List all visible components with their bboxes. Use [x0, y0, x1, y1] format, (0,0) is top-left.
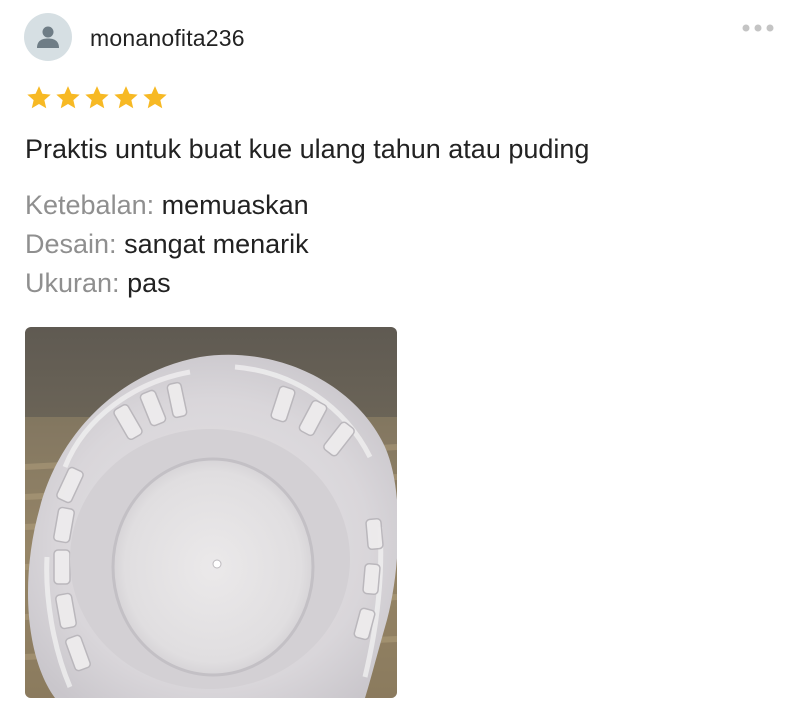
reviewer-username[interactable]: monanofita236 [90, 23, 245, 53]
attribute-label: Desain [25, 229, 110, 259]
attribute-row-design: Desain: sangat menarik [25, 229, 309, 259]
attribute-label: Ketebalan [25, 190, 147, 220]
star-icon [143, 86, 167, 109]
review-text: Praktis untuk buat kue ulang tahun atau … [25, 134, 590, 164]
star-rating [25, 84, 169, 112]
star-icon [85, 86, 109, 109]
attribute-value: memuaskan [161, 190, 309, 220]
attribute-value: sangat menarik [124, 229, 309, 259]
person-icon [37, 26, 59, 48]
review-photo[interactable] [25, 327, 397, 698]
star-icon [56, 86, 80, 109]
cake-mold-photo [25, 327, 397, 698]
review-attributes: Ketebalan: memuaskan Desain: sangat mena… [25, 186, 309, 303]
attribute-label: Ukuran [25, 268, 113, 298]
attribute-value: pas [127, 268, 171, 298]
avatar[interactable] [24, 13, 72, 61]
attribute-row-thickness: Ketebalan: memuaskan [25, 190, 309, 220]
more-options-button[interactable] [738, 16, 778, 40]
star-icon [27, 86, 51, 109]
attribute-row-size: Ukuran: pas [25, 268, 171, 298]
more-options-icon [742, 24, 774, 32]
star-icon [114, 86, 138, 109]
